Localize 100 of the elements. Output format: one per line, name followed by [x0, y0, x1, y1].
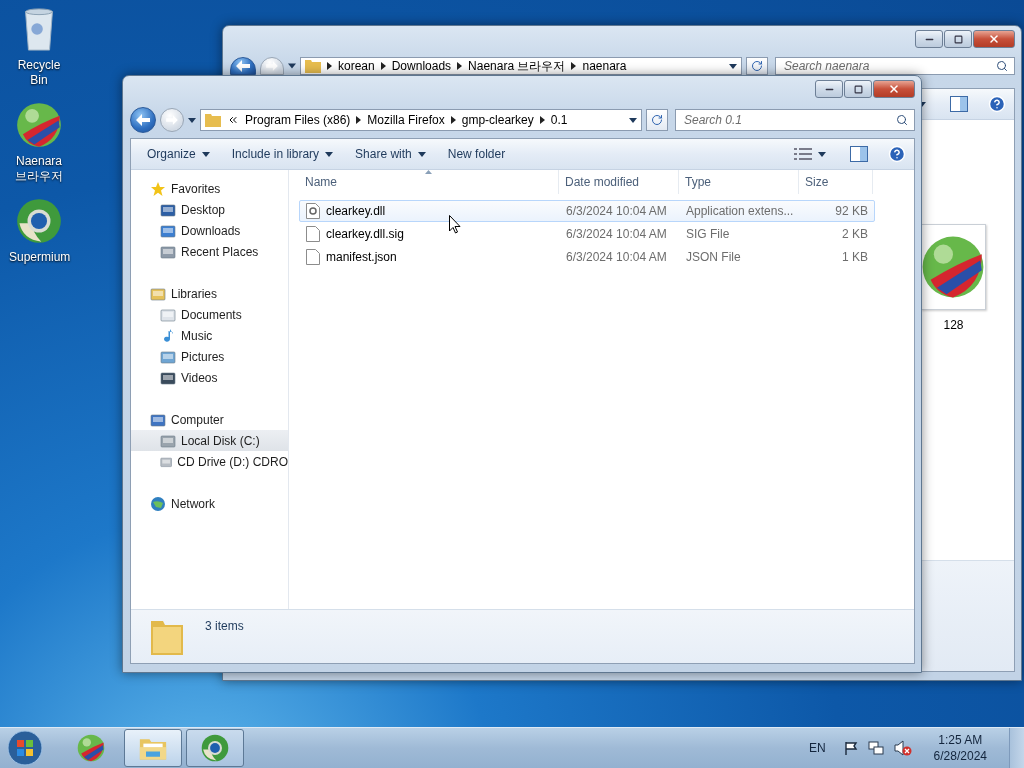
arrow-left-icon — [136, 114, 150, 126]
close-icon — [888, 83, 900, 95]
breadcrumb[interactable]: Mozilla Firefox — [367, 113, 445, 127]
maximize-button[interactable] — [944, 30, 972, 48]
back-button[interactable] — [130, 107, 156, 133]
minimize-button[interactable] — [915, 30, 943, 48]
column-header[interactable]: Date modified — [559, 170, 679, 194]
nav-label: Videos — [181, 370, 218, 385]
view-list-icon[interactable] — [794, 148, 812, 160]
start-orb-icon[interactable] — [6, 729, 44, 767]
chevron-right-icon[interactable] — [450, 116, 456, 124]
address-bar[interactable]: korean Downloads Naenara 브라우저 naenara — [300, 57, 742, 75]
globe-app-icon — [16, 198, 62, 244]
nav-item[interactable]: Favorites — [131, 178, 288, 199]
globe-app-icon — [201, 734, 229, 762]
nav-item[interactable]: Desktop — [131, 199, 288, 220]
close-button[interactable] — [873, 80, 915, 98]
network-icon[interactable] — [867, 740, 884, 756]
nav-item[interactable]: Recent Places — [131, 241, 288, 262]
breadcrumb[interactable]: Naenara 브라우저 — [468, 58, 566, 74]
size-cell-text: 92 KB — [834, 204, 869, 218]
chevron-right-icon[interactable] — [539, 116, 545, 124]
refresh-button[interactable] — [746, 57, 768, 75]
chevron-right-icon[interactable] — [457, 62, 463, 70]
address-caret-icon — [629, 117, 637, 123]
clock[interactable]: 1:25 AM 6/28/2024 — [933, 732, 987, 764]
taskbar-button[interactable] — [124, 729, 182, 767]
chevron-right-icon[interactable] — [380, 62, 386, 70]
arrow-right-icon — [166, 115, 178, 125]
file-name: clearkey.dll.sig — [326, 227, 404, 241]
help-icon[interactable] — [888, 145, 906, 163]
file-row[interactable]: clearkey.dll.sig 6/3/2024 10:04 AM SIG File 2 KB — [299, 223, 875, 245]
breadcrumb[interactable]: korean — [338, 59, 375, 73]
view-caret-icon — [818, 151, 826, 157]
refresh-icon — [651, 114, 663, 126]
image-thumbnail[interactable] — [921, 224, 986, 310]
nav-label: Desktop — [181, 202, 226, 217]
language-indicator[interactable]: EN — [808, 741, 826, 755]
back-button[interactable] — [230, 57, 256, 75]
nav-label: Music — [181, 328, 213, 343]
globe-icon — [150, 495, 166, 512]
address-bar[interactable]: Program Files (x86) Mozilla Firefox gmp-clearkey 0.1 — [200, 109, 642, 131]
preview-pane-icon[interactable] — [950, 96, 968, 112]
desktop-icon-label[interactable]: Naenara 브라우저 — [9, 154, 69, 184]
forward-button[interactable] — [260, 57, 284, 75]
flag-icon[interactable] — [843, 741, 858, 755]
muted-speaker-icon[interactable] — [893, 740, 912, 756]
breadcrumb[interactable]: gmp-clearkey — [461, 113, 534, 127]
help-icon[interactable] — [988, 95, 1006, 113]
nav-item[interactable]: Videos — [131, 367, 288, 388]
nav-item[interactable]: Downloads — [131, 220, 288, 241]
globe-app-icon — [16, 102, 62, 148]
column-header[interactable]: Type — [679, 170, 799, 194]
desktop-icon-label[interactable]: Supermium — [9, 250, 69, 265]
chevron-right-icon[interactable] — [356, 116, 362, 124]
search-field[interactable]: Search 0.1 — [675, 109, 915, 131]
nav-item[interactable]: Documents — [131, 304, 288, 325]
desktop-icon-label[interactable]: Recycle Bin — [9, 58, 69, 88]
date-cell-text: 6/3/2024 10:04 AM — [565, 204, 668, 218]
nav-item[interactable]: Libraries — [131, 283, 288, 304]
taskbar-button[interactable] — [186, 729, 244, 767]
nav-label: Local Disk (C:) — [181, 433, 260, 448]
file-row[interactable]: manifest.json 6/3/2024 10:04 AM JSON File 1 KB — [299, 246, 875, 268]
close-button[interactable] — [973, 30, 1015, 48]
column-header[interactable]: Size — [799, 170, 873, 194]
breadcrumb[interactable]: 0.1 — [550, 113, 568, 127]
drive-icon — [160, 432, 176, 449]
refresh-icon — [751, 60, 763, 72]
nav-item[interactable]: Computer — [131, 409, 288, 430]
nav-item[interactable]: Pictures — [131, 346, 288, 367]
refresh-button[interactable] — [646, 109, 668, 131]
chevrons-left-icon[interactable] — [227, 114, 239, 126]
file-name: clearkey.dll — [326, 204, 386, 218]
chevron-right-icon[interactable] — [327, 62, 332, 70]
chevron-right-icon[interactable] — [571, 62, 577, 70]
maximize-button[interactable] — [844, 80, 872, 98]
breadcrumb[interactable]: naenara — [582, 59, 627, 73]
address-caret-icon — [729, 63, 737, 69]
nav-item[interactable]: CD Drive (D:) CDRO — [131, 451, 288, 472]
toolbar-button[interactable]: Share with — [347, 143, 434, 165]
sort-arrow-icon — [425, 170, 432, 174]
nav-item[interactable]: Local Disk (C:) — [131, 430, 288, 451]
minimize-button[interactable] — [815, 80, 843, 98]
nav-item[interactable]: Network — [131, 493, 288, 514]
search-placeholder: Search 0.1 — [684, 113, 743, 127]
globe-app-icon — [77, 734, 105, 762]
search-field[interactable]: Search naenara — [775, 57, 1015, 75]
arrow-right-icon — [266, 61, 278, 71]
clock-time: 1:25 AM — [938, 732, 983, 748]
preview-pane-icon[interactable] — [850, 146, 868, 162]
file-row[interactable]: clearkey.dll 6/3/2024 10:04 AM Application extens... 92 KB — [299, 200, 875, 222]
nav-item[interactable]: Music — [131, 325, 288, 346]
toolbar-button[interactable]: Include in library — [223, 143, 342, 165]
maximize-icon — [953, 34, 963, 44]
breadcrumb[interactable]: Program Files (x86) — [245, 113, 351, 127]
toolbar-button[interactable]: New folder — [439, 143, 514, 165]
toolbar-button[interactable]: Organize — [139, 143, 218, 165]
breadcrumb[interactable]: Downloads — [391, 59, 452, 73]
nav-label: Network — [171, 496, 215, 511]
history-caret-icon — [188, 117, 196, 123]
